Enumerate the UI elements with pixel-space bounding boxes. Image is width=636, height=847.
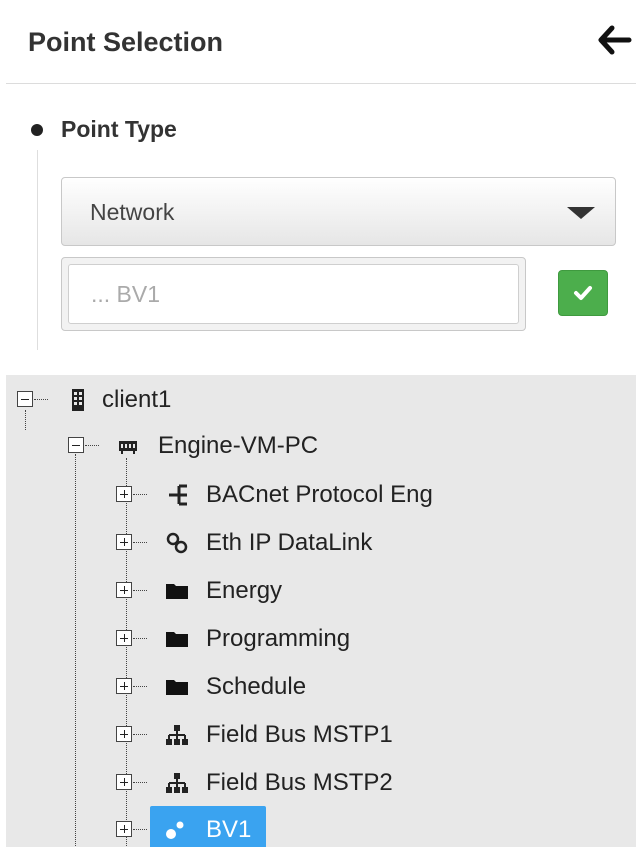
tree-node-label: Schedule [206, 673, 307, 700]
check-icon [574, 286, 592, 300]
sitemap-icon [166, 725, 188, 745]
tree-node-eth-ip[interactable]: Eth IP DataLink [6, 523, 506, 563]
tree-node-label: Programming [206, 625, 351, 652]
caret-down-icon [567, 207, 595, 219]
link-icon [166, 532, 188, 554]
tree-node-label: Eth IP DataLink [206, 529, 373, 556]
expand-toggle[interactable] [116, 630, 132, 646]
expand-toggle[interactable] [116, 774, 132, 790]
tree-node-device[interactable]: Engine-VM-PC [6, 426, 406, 466]
tree-node-bv1[interactable]: BV1 [6, 806, 506, 847]
tree-node-energy[interactable]: Energy [6, 571, 506, 611]
point-type-label: Point Type [61, 116, 177, 142]
collapse-toggle[interactable] [17, 391, 33, 407]
tree-node-label: client1 [102, 386, 172, 413]
sitemap-icon [166, 773, 188, 793]
point-type-select[interactable]: Network [61, 177, 616, 246]
page-title: Point Selection [28, 27, 224, 57]
point-icon [166, 821, 184, 839]
tree-node-label: BV1 [206, 816, 252, 843]
tree-node-label: BACnet Protocol Eng [206, 481, 433, 508]
folder-icon [166, 584, 188, 599]
header-divider [6, 83, 636, 84]
tree-node-label: Engine-VM-PC [158, 432, 319, 459]
point-tree: client1 Engine-VM-PC BACnet Protocol Eng… [6, 375, 636, 847]
search-field-wrapper [61, 257, 526, 331]
arrow-left-icon [598, 25, 632, 55]
point-search-input[interactable] [68, 264, 519, 324]
folder-icon [166, 680, 188, 695]
tree-node-root[interactable]: client1 [6, 380, 306, 420]
section-bullet [31, 124, 43, 136]
expand-toggle[interactable] [116, 726, 132, 742]
point-type-select-value: Network [90, 199, 175, 225]
section-line [37, 150, 38, 350]
tree-node-label: Energy [206, 577, 283, 604]
tree-node-field-bus-mstp1[interactable]: Field Bus MSTP1 [6, 715, 506, 755]
tree-node-bacnet-protocol[interactable]: BACnet Protocol Eng [6, 475, 506, 515]
expand-toggle[interactable] [116, 486, 132, 502]
building-icon [72, 389, 84, 411]
expand-toggle[interactable] [116, 821, 132, 837]
confirm-button[interactable] [558, 270, 608, 316]
tree-node-label: Field Bus MSTP1 [206, 721, 393, 748]
tree-node-field-bus-mstp2[interactable]: Field Bus MSTP2 [6, 763, 506, 803]
network-protocol-icon [169, 484, 187, 506]
folder-icon [166, 632, 188, 647]
expand-toggle[interactable] [116, 534, 132, 550]
collapse-toggle[interactable] [68, 437, 84, 453]
back-button[interactable] [596, 22, 632, 58]
server-icon [119, 441, 137, 454]
tree-node-schedule[interactable]: Schedule [6, 667, 506, 707]
expand-toggle[interactable] [116, 582, 132, 598]
tree-node-programming[interactable]: Programming [6, 619, 506, 659]
tree-node-label: Field Bus MSTP2 [206, 769, 393, 796]
expand-toggle[interactable] [116, 678, 132, 694]
